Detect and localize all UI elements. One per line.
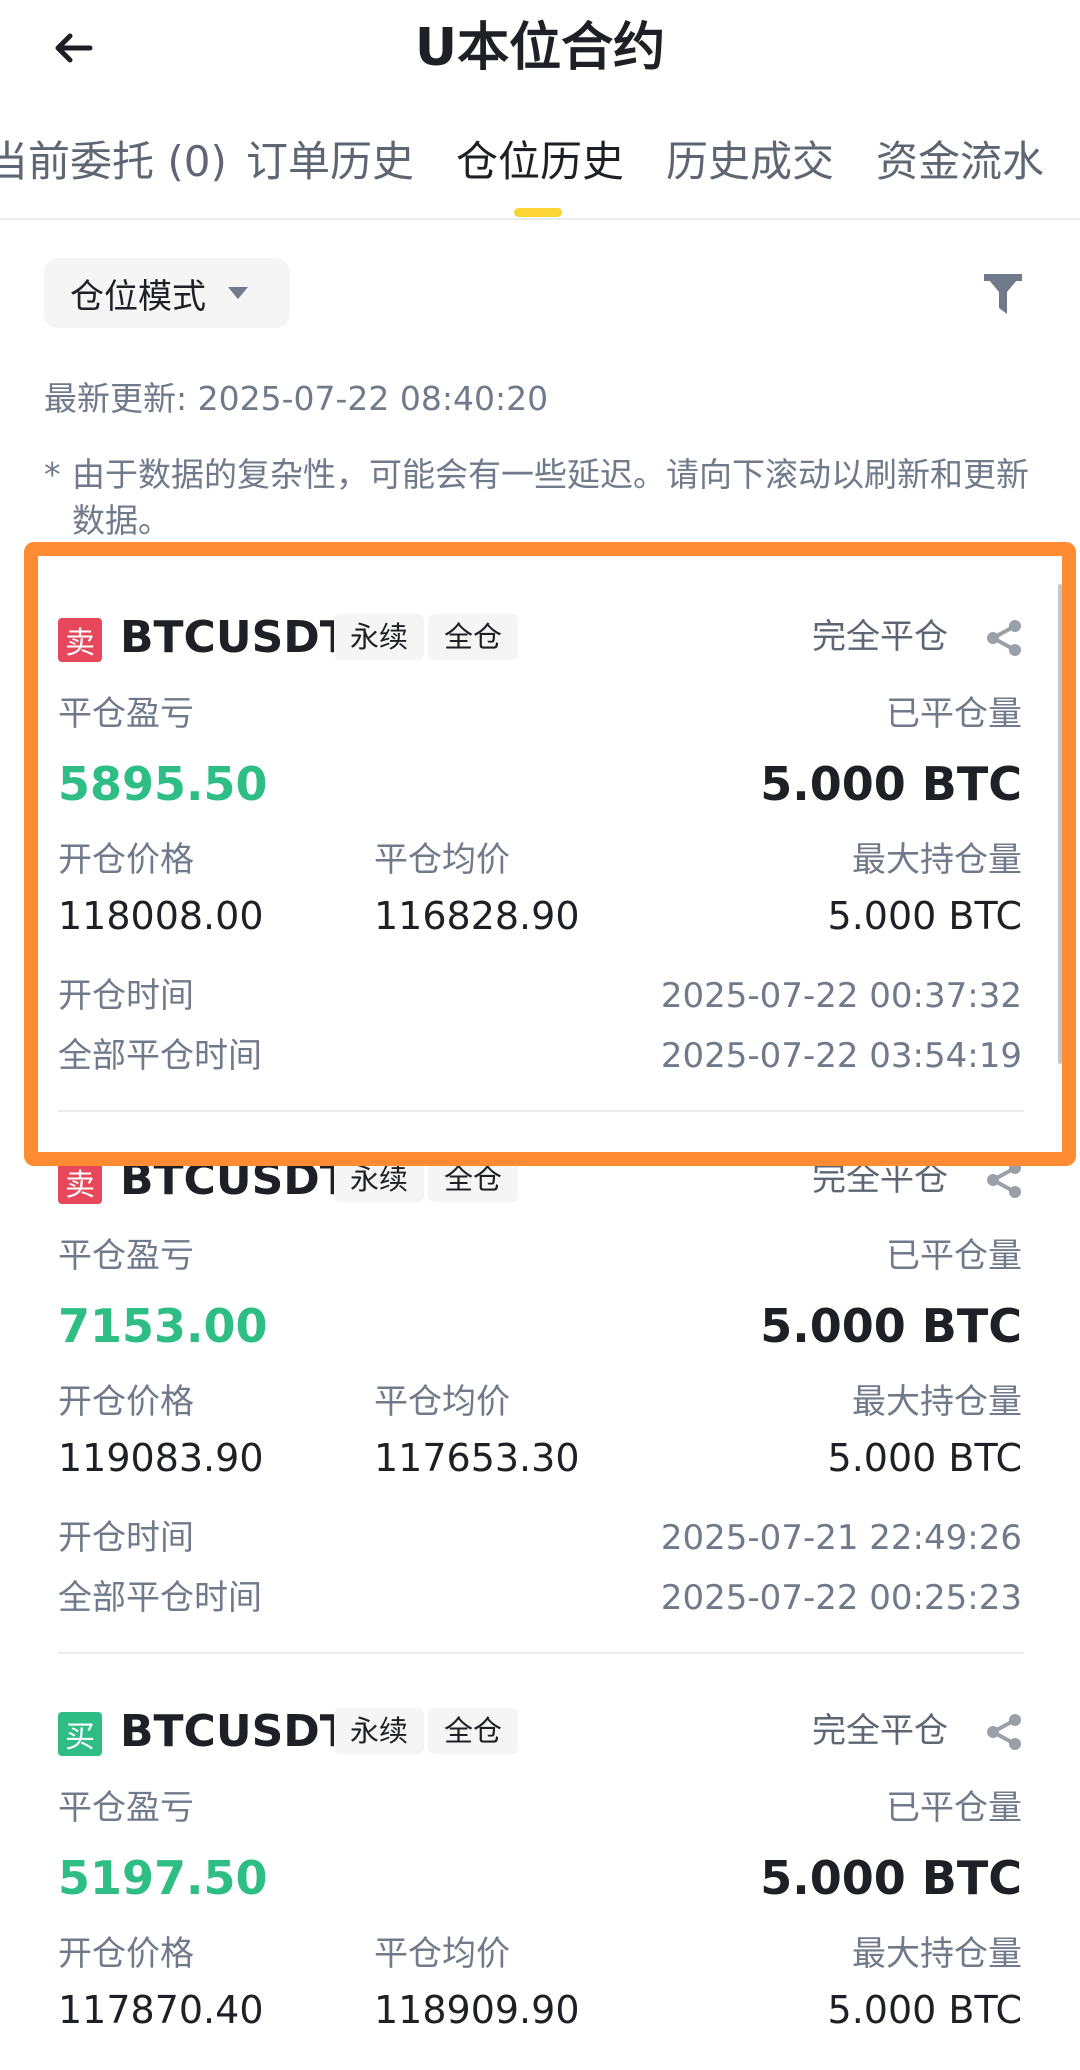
open-time-value: 2025-07-21 22:49:26 [660,1518,1022,1558]
closed-qty-value: 5.000 BTC [760,1299,1022,1353]
tab-open-orders[interactable]: 当前委托 (0) [0,134,227,190]
close-time-value: 2025-07-22 00:25:23 [660,1578,1022,1618]
close-avg-value: 118909.90 [374,1988,580,2032]
open-price-value: 117870.40 [58,1988,264,2032]
tab-transaction-history[interactable]: 资金流水 [876,134,1044,190]
closed-qty-label: 已平仓量 [886,1788,1022,1828]
filter-funnel-icon [984,274,1022,314]
scrollbar[interactable] [1058,584,1062,1064]
tab-order-history[interactable]: 订单历史 [246,134,414,190]
filter-button[interactable] [976,268,1030,322]
open-time-label: 开仓时间 [58,1518,194,1558]
header-bar: U本位合约 [0,0,1080,96]
closed-qty-value: 5.000 BTC [760,1851,1022,1905]
side-badge: 买 [58,1712,102,1756]
tag-cross-margin: 全仓 [428,1708,519,1754]
close-avg-value: 117653.30 [374,1436,580,1480]
pnl-value: 7153.00 [58,1299,268,1353]
active-tab-indicator [514,208,562,217]
close-avg-label: 平仓均价 [374,1934,510,1974]
note-asterisk: * [44,455,61,494]
close-time-label: 全部平仓时间 [58,1578,262,1618]
tag-perpetual: 永续 [334,1708,425,1754]
closed-qty-label: 已平仓量 [886,1236,1022,1276]
open-price-value: 119083.90 [58,1436,264,1480]
pnl-label: 平仓盈亏 [58,1236,194,1276]
highlight-frame [24,542,1076,1166]
pnl-value: 5197.50 [58,1851,268,1905]
share-icon[interactable] [984,1160,1024,1200]
max-position-value: 5.000 BTC [827,1988,1022,2032]
position-mode-dropdown[interactable]: 仓位模式 [44,258,290,328]
tab-trade-history[interactable]: 历史成交 [666,134,834,190]
open-price-label: 开仓价格 [58,1382,194,1422]
tab-position-history[interactable]: 仓位历史 [456,134,624,190]
close-status: 完全平仓 [812,1711,948,1751]
card-divider [58,1652,1024,1654]
last-update-time: 最新更新: 2025-07-22 08:40:20 [44,379,549,418]
max-position-label: 最大持仓量 [852,1934,1022,1974]
position-mode-label: 仓位模式 [70,276,206,317]
caret-down-icon [228,287,248,299]
note-text: 由于数据的复杂性，可能会有一些延迟。请向下滚动以刷新和更新数据。 [72,455,1029,540]
pnl-label: 平仓盈亏 [58,1788,194,1828]
symbol: BTCUSDT [120,1706,350,1757]
position-card[interactable]: 买 BTCUSDT 永续 全仓 完全平仓 平仓盈亏 已平仓量 5197.50 5… [0,1706,1080,2070]
max-position-value: 5.000 BTC [827,1436,1022,1480]
tab-bar: 当前委托 (0) 订单历史 仓位历史 历史成交 资金流水 [0,120,1080,220]
close-avg-label: 平仓均价 [374,1382,510,1422]
open-price-label: 开仓价格 [58,1934,194,1974]
share-icon[interactable] [984,1712,1024,1752]
max-position-label: 最大持仓量 [852,1382,1022,1422]
data-delay-note: * 由于数据的复杂性，可能会有一些延迟。请向下滚动以刷新和更新数据。 [44,452,1034,544]
page-title: U本位合约 [414,18,666,78]
side-badge: 卖 [58,1160,102,1204]
position-card[interactable]: 卖 BTCUSDT 永续 全仓 完全平仓 平仓盈亏 已平仓量 7153.00 5… [0,1154,1080,1696]
